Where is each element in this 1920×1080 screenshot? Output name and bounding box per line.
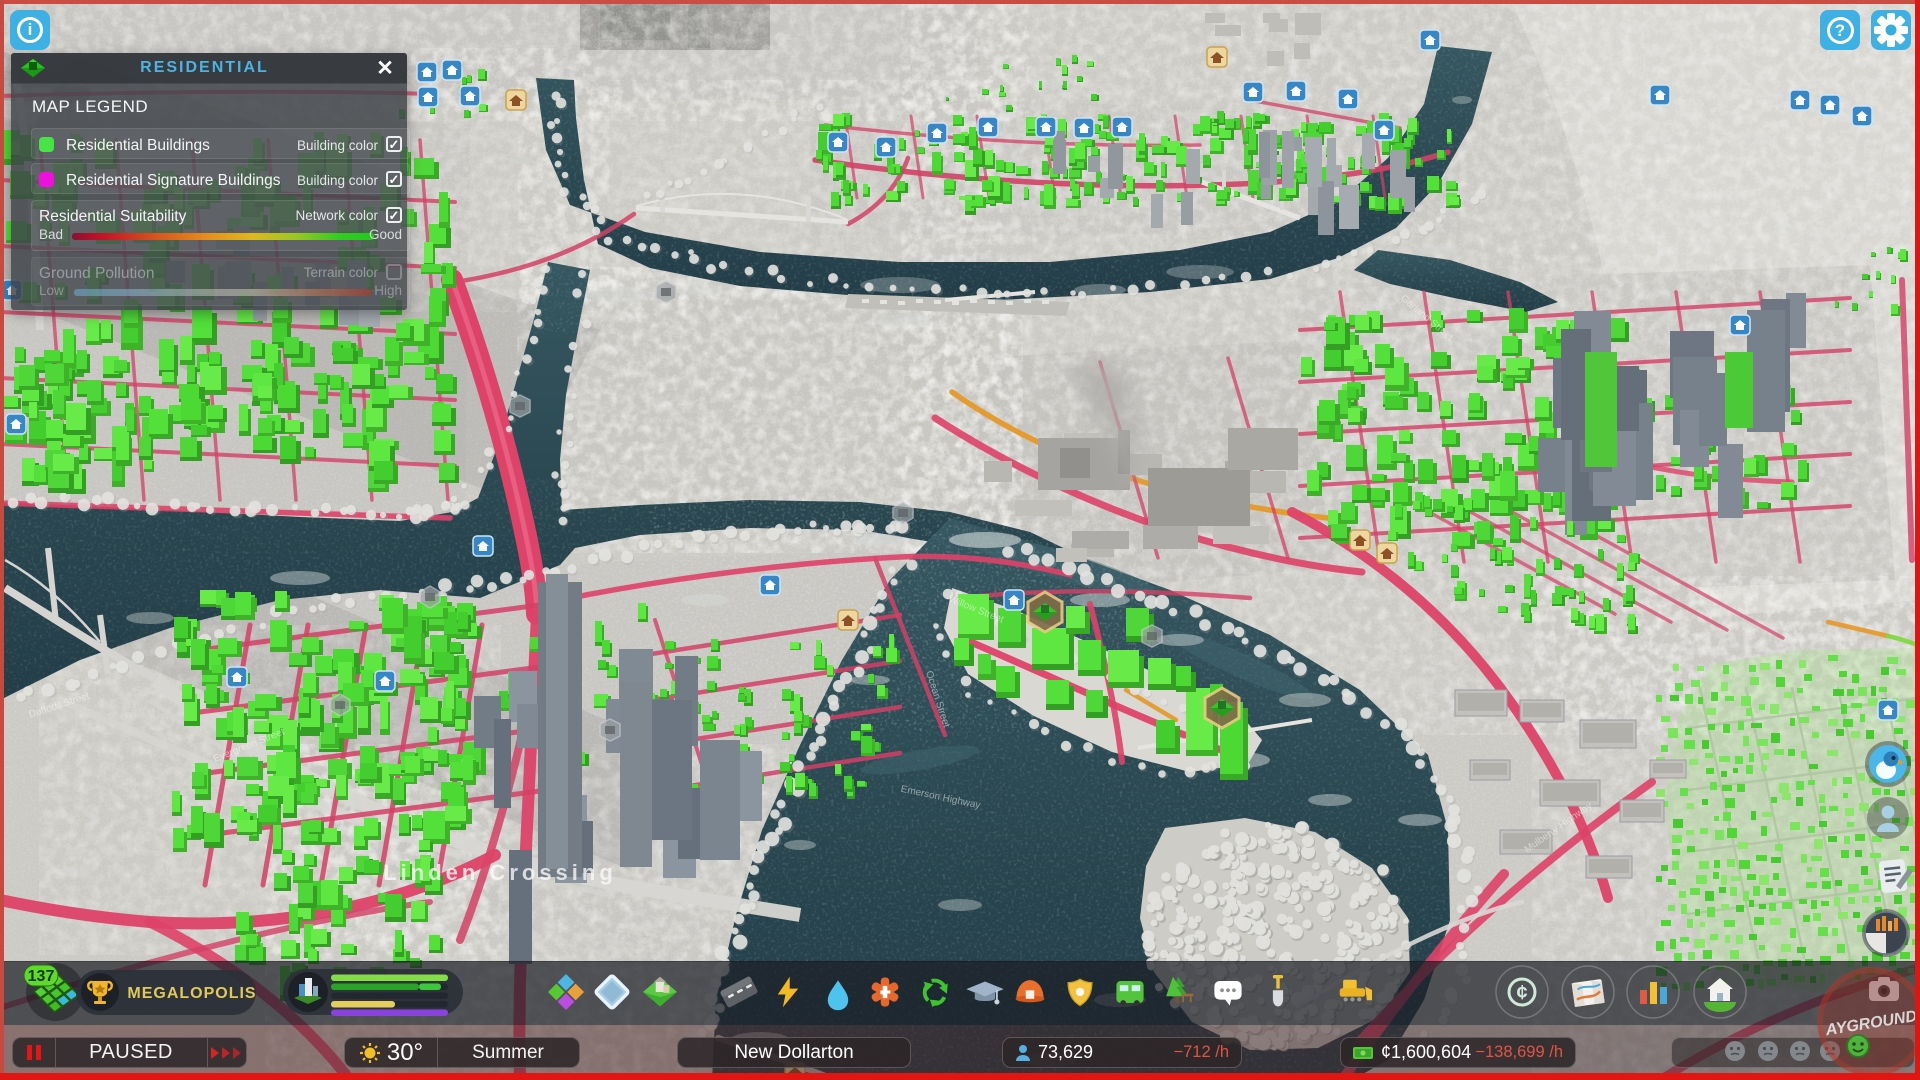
svg-text:137: 137 [28,968,55,985]
svg-text:¢: ¢ [1516,982,1527,1004]
svg-text:MEGALOPOLIS: MEGALOPOLIS [127,985,256,1002]
